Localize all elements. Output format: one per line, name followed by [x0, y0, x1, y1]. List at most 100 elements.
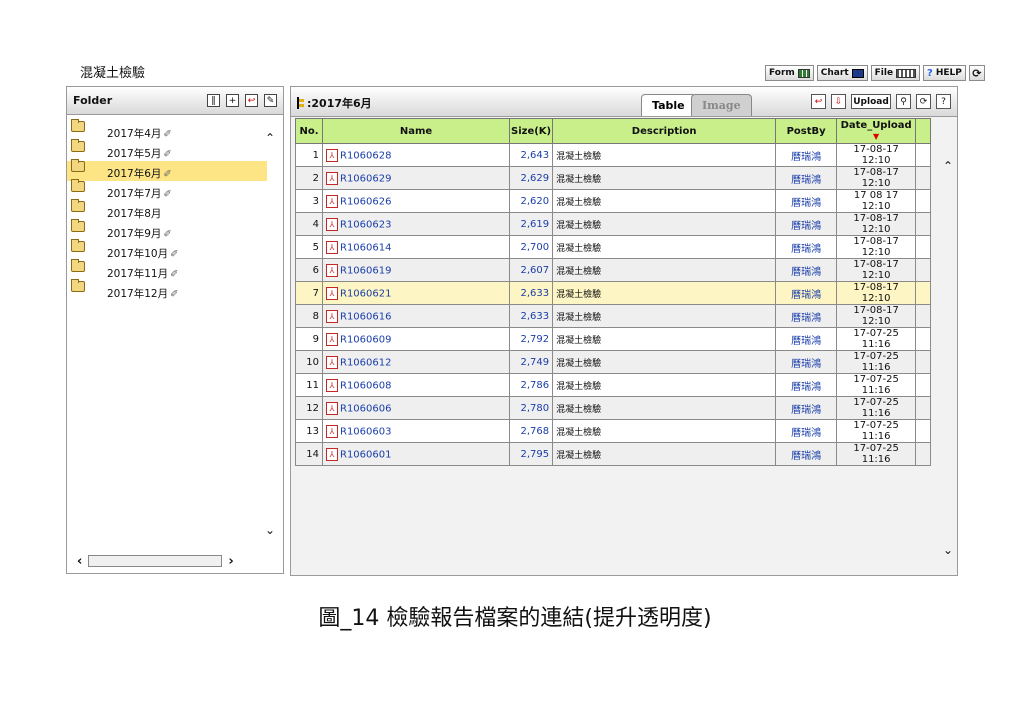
table-row[interactable]: 1 ⅄ R1060628 2,643 混凝土檢驗 曆瑞鴻 17-08-17 12:10 [295, 143, 932, 167]
cell-size-text: 2,629 [520, 172, 550, 184]
cell-postby: 曆瑞鴻 [775, 258, 838, 282]
table-row[interactable]: 9 ⅄ R1060609 2,792 混凝土檢驗 曆瑞鴻 17-07-25 11:16 [295, 327, 932, 351]
folder-item[interactable]: 2017年11月 ✐ [67, 259, 267, 281]
cell-name-text[interactable]: R1060608 [340, 380, 391, 391]
file-button[interactable]: File [870, 65, 921, 81]
cell-date: 17-08-17 12:10 [836, 281, 917, 305]
column-header-size[interactable]: Size(K) [508, 118, 554, 144]
cell-name-text[interactable]: R1060612 [340, 357, 391, 368]
cell-no-text: 9 [312, 333, 319, 345]
scroll-down-icon[interactable]: ⌄ [265, 523, 275, 537]
column-header-date-upload[interactable]: Date_Upload ▼ [836, 118, 917, 144]
scrollbar-thumb[interactable] [88, 555, 223, 567]
column-header-description[interactable]: Description [552, 118, 777, 144]
cell-name-text[interactable]: R1060621 [340, 288, 391, 299]
tab-table[interactable]: Table [641, 94, 696, 116]
file-list-icon [896, 68, 917, 78]
folder-item[interactable]: 2017年7月 ✐ [67, 179, 267, 201]
pdf-icon: ⅄ [326, 263, 338, 277]
table-row[interactable]: 5 ⅄ R1060614 2,700 混凝土檢驗 曆瑞鴻 17-08-17 12:10 [295, 235, 932, 259]
tree-view-icon[interactable]: ‖ [207, 94, 220, 107]
table-row[interactable]: 11 ⅄ R1060608 2,786 混凝土檢驗 曆瑞鴻 17-07-25 11:16 [295, 373, 932, 397]
scroll-up-icon[interactable]: ⌃ [265, 131, 275, 145]
upload-button[interactable]: Upload [851, 94, 891, 109]
table-row[interactable]: 3 ⅄ R1060626 2,620 混凝土檢驗 曆瑞鴻 17 08 17 12:10 [295, 189, 932, 213]
cell-name-text[interactable]: R1060601 [340, 449, 391, 460]
folder-item[interactable]: 2017年5月 ✐ [67, 139, 267, 161]
folder-label: 2017年11月 ✐ [107, 266, 178, 281]
refresh-icon[interactable]: ⟳ [916, 94, 931, 109]
delete-folder-icon[interactable]: ↩ [245, 94, 258, 107]
folder-item[interactable]: 2017年10月 ✐ [67, 239, 267, 261]
table-row[interactable]: 7 ⅄ R1060621 2,633 混凝土檢驗 曆瑞鴻 17-08-17 12:10 [295, 281, 932, 305]
cell-description: 混凝土檢驗 [552, 396, 777, 420]
folder-item[interactable]: 2017年8月 [67, 199, 267, 221]
table-row[interactable]: 2 ⅄ R1060629 2,629 混凝土檢驗 曆瑞鴻 17-08-17 12:10 [295, 166, 932, 190]
cell-name-text[interactable]: R1060623 [340, 219, 391, 230]
cell-description-text: 混凝土檢驗 [556, 243, 602, 254]
cell-name-text[interactable]: R1060609 [340, 334, 391, 345]
cell-size: 2,629 [508, 166, 554, 190]
table-row[interactable]: 6 ⅄ R1060619 2,607 混凝土檢驗 曆瑞鴻 17-08-17 12:10 [295, 258, 932, 282]
folder-icon [71, 159, 85, 172]
cell-no: 8 [295, 304, 323, 328]
cell-no: 14 [295, 442, 323, 466]
cell-name-text[interactable]: R1060628 [340, 150, 391, 161]
table-row[interactable]: 8 ⅄ R1060616 2,633 混凝土檢驗 曆瑞鴻 17-08-17 12:10 [295, 304, 932, 328]
cell-postby: 曆瑞鴻 [775, 442, 838, 466]
column-header-spacer [915, 118, 932, 144]
cell-name-text[interactable]: R1060614 [340, 242, 391, 253]
cell-spacer [915, 212, 932, 236]
help-icon[interactable]: ? [936, 94, 951, 109]
scroll-down-icon[interactable]: ⌄ [943, 543, 953, 557]
cell-date: 17-07-25 11:16 [836, 327, 917, 351]
cell-name-text[interactable]: R1060606 [340, 403, 391, 414]
cell-description: 混凝土檢驗 [552, 235, 777, 259]
pdf-icon: ⅄ [326, 148, 338, 162]
add-folder-icon[interactable]: + [226, 94, 239, 107]
cell-postby-text: 曆瑞鴻 [791, 266, 822, 278]
column-header-no[interactable]: No. [295, 118, 323, 144]
folder-item[interactable]: 2017年9月 ✐ [67, 219, 267, 241]
cell-postby: 曆瑞鴻 [775, 304, 838, 328]
cell-size-text: 2,607 [520, 264, 550, 276]
scroll-left-icon[interactable]: ‹ [77, 554, 82, 569]
column-header-name[interactable]: Name [322, 118, 510, 144]
table-row[interactable]: 14 ⅄ R1060601 2,795 混凝土檢驗 曆瑞鴻 17-07-25 11:16 [295, 442, 932, 466]
folder-item[interactable]: 2017年12月 ✐ [67, 279, 267, 301]
search-icon[interactable]: ⚲ [896, 94, 911, 109]
edit-folder-icon[interactable]: ✎ [264, 94, 277, 107]
cell-size: 2,768 [508, 419, 554, 443]
sort-desc-icon: ▼ [873, 132, 880, 141]
cell-spacer [915, 304, 932, 328]
cell-name-text[interactable]: R1060626 [340, 196, 391, 207]
cell-name-text[interactable]: R1060616 [340, 311, 391, 322]
folder-item[interactable]: 2017年4月 ✐ [67, 119, 267, 141]
horizontal-scrollbar[interactable]: ‹ › [77, 554, 265, 569]
table-row[interactable]: 10 ⅄ R1060612 2,749 混凝土檢驗 曆瑞鴻 17-07-25 11:16 [295, 350, 932, 374]
help-button[interactable]: ? HELP [923, 65, 966, 81]
cell-name-text[interactable]: R1060603 [340, 426, 391, 437]
scroll-right-icon[interactable]: › [228, 554, 233, 569]
table-row[interactable]: 12 ⅄ R1060606 2,780 混凝土檢驗 曆瑞鴻 17-07-25 11:16 [295, 396, 932, 420]
cell-name-text[interactable]: R1060619 [340, 265, 391, 276]
cell-description: 混凝土檢驗 [552, 281, 777, 305]
cell-name: ⅄ R1060614 [322, 235, 510, 259]
refresh-button[interactable]: ⟳ [968, 65, 985, 81]
chart-button[interactable]: Chart [816, 65, 868, 81]
tab-image[interactable]: Image [691, 94, 752, 116]
folder-label-text: 2017年10月 [107, 248, 169, 260]
cell-no-text: 3 [312, 195, 319, 207]
cell-name-text[interactable]: R1060629 [340, 173, 391, 184]
folder-item[interactable]: 2017年6月 ✐ [67, 159, 267, 181]
folder-icon [71, 259, 85, 272]
table-row[interactable]: 13 ⅄ R1060603 2,768 混凝土檢驗 曆瑞鴻 17-07-25 11:16 [295, 419, 932, 443]
scroll-up-icon[interactable]: ⌃ [943, 159, 953, 173]
pdf-icon: ⅄ [326, 217, 338, 231]
delete-file-icon[interactable]: ↩ [811, 94, 826, 109]
column-header-postby[interactable]: PostBy [775, 118, 838, 144]
download-icon[interactable]: ⇩ [831, 94, 846, 109]
table-row[interactable]: 4 ⅄ R1060623 2,619 混凝土檢驗 曆瑞鴻 17-08-17 12:10 [295, 212, 932, 236]
paperclip-icon: ✐ [163, 129, 172, 140]
form-button[interactable]: Form [765, 65, 814, 81]
